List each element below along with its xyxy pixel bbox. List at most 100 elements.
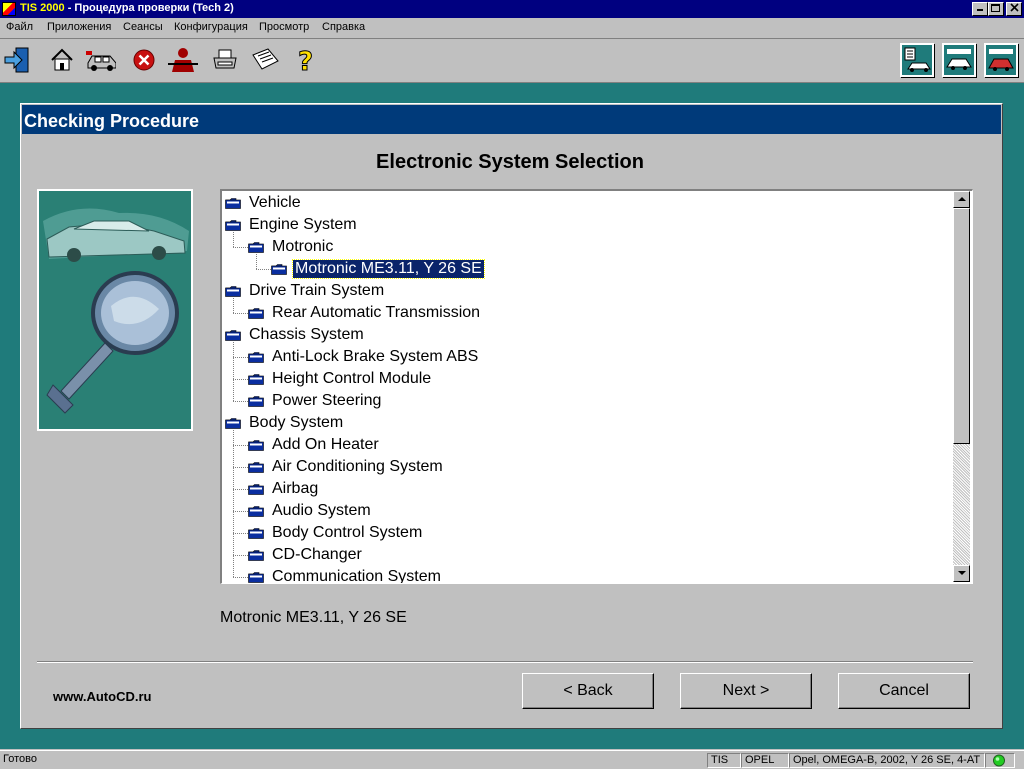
tree-item[interactable]: Height Control Module [248, 368, 433, 390]
close-button[interactable] [1006, 2, 1022, 16]
tree-connector [233, 357, 248, 358]
illustration [37, 189, 193, 431]
folder-icon [271, 263, 287, 275]
notepad-button[interactable] [250, 45, 280, 75]
page-title: Electronic System Selection [376, 151, 644, 173]
title-bar: TIS 2000 - Процедура проверки (Tech 2) [0, 0, 1024, 18]
tree-item-label: Drive Train System [249, 282, 385, 299]
tree-connector [233, 467, 248, 468]
tree-item[interactable]: Anti-Lock Brake System ABS [248, 346, 480, 368]
tree-item-label: Power Steering [272, 392, 382, 409]
window-title-text: - Процедура проверки (Tech 2) [64, 2, 234, 14]
tree-item-label: Audio System [272, 502, 371, 519]
tree-item[interactable]: Drive Train System [225, 280, 386, 302]
selected-system-text: Motronic ME3.11, Y 26 SE [220, 609, 407, 626]
back-button[interactable]: < Back [522, 673, 654, 709]
tree-item[interactable]: Engine System [225, 214, 359, 236]
maximize-button[interactable] [988, 2, 1004, 16]
status-text: Готово [3, 753, 37, 765]
tree-scrollbar[interactable] [953, 191, 970, 582]
tree-item-label: Body Control System [272, 524, 423, 541]
home-button[interactable] [47, 45, 77, 75]
dialog-header: Checking Procedure [22, 105, 1001, 134]
system-tree[interactable]: Vehicle Engine System Motronic Motronic ME3… [220, 189, 973, 584]
tree-item[interactable]: Airbag [248, 478, 320, 500]
car-mode-icon [988, 49, 1014, 71]
exit-icon [4, 47, 29, 73]
status-app: TIS [707, 753, 741, 768]
tree-item-label: CD-Changer [272, 546, 362, 563]
app-name: TIS 2000 [20, 2, 65, 14]
tree-item-label: Anti-Lock Brake System ABS [272, 348, 479, 365]
tech2-mode-icon [904, 47, 931, 72]
tree-item-label: Motronic [272, 238, 334, 255]
menu-bar: Файл Приложения Сеансы Конфигурация Прос… [0, 18, 1024, 39]
menu-applications[interactable]: Приложения [47, 21, 111, 33]
tree-item[interactable]: CD-Changer [248, 544, 364, 566]
status-led-icon [993, 754, 1005, 767]
vehicle-button[interactable] [86, 45, 116, 75]
tree-item-label: Body System [249, 414, 344, 431]
tree-connector [233, 379, 248, 380]
status-bar: Готово TIS OPEL Opel, OMEGA-B, 2002, Y 2… [0, 750, 1024, 769]
notepad-icon [252, 48, 279, 70]
status-led-panel [985, 753, 1015, 768]
tree-connector [233, 401, 248, 402]
tree-item-label: Chassis System [249, 326, 364, 343]
cancel-button[interactable]: Cancel [838, 673, 970, 709]
car-mode-button[interactable] [984, 43, 1018, 77]
tree-item[interactable]: Body Control System [248, 522, 424, 544]
print-button[interactable] [210, 45, 240, 75]
app-icon[interactable] [2, 2, 16, 16]
scroll-thumb[interactable] [953, 208, 970, 444]
tech2-mode-button[interactable] [900, 43, 934, 77]
restore-icon [991, 4, 1000, 12]
folder-icon [248, 527, 264, 539]
menu-help[interactable]: Справка [322, 21, 365, 33]
tree-item-label: Add On Heater [272, 436, 379, 453]
tree-item[interactable]: Air Conditioning System [248, 456, 445, 478]
status-vehicle: Opel, OMEGA-B, 2002, Y 26 SE, 4-AT [789, 753, 985, 768]
tree-item[interactable]: Body System [225, 412, 345, 434]
scroll-up-button[interactable] [953, 191, 970, 208]
dialog-header-title: Checking Procedure [24, 111, 200, 131]
person-icon [168, 48, 198, 72]
tree-item[interactable]: Communication System [248, 566, 443, 584]
tree-connector [233, 313, 248, 314]
vehicle-mode-button[interactable] [942, 43, 976, 77]
tree-item[interactable]: Power Steering [248, 390, 383, 412]
tree-item[interactable]: Motronic ME3.11, Y 26 SE [271, 258, 485, 280]
help-button[interactable]: ? [292, 45, 322, 75]
person-button[interactable] [168, 45, 198, 75]
tree-connector [233, 430, 234, 577]
tree-item[interactable]: Chassis System [225, 324, 366, 346]
folder-icon [248, 461, 264, 473]
tree-item[interactable]: Rear Automatic Transmission [248, 302, 482, 324]
menu-configuration[interactable]: Конфигурация [174, 21, 248, 33]
exit-button[interactable] [2, 45, 32, 75]
tree-item-label: Communication System [272, 568, 441, 584]
scroll-down-button[interactable] [953, 565, 970, 582]
tree-item[interactable]: Vehicle [225, 192, 303, 214]
minimize-icon [977, 9, 983, 11]
menu-file[interactable]: Файл [6, 21, 33, 33]
footer-link: www.AutoCD.ru [53, 689, 152, 704]
window-title: TIS 2000 - Процедура проверки (Tech 2) [20, 2, 234, 14]
menu-sessions[interactable]: Сеансы [123, 21, 163, 33]
tree-item-label: Motronic ME3.11, Y 26 SE [292, 259, 485, 279]
folder-icon [248, 549, 264, 561]
tree-item[interactable]: Audio System [248, 500, 373, 522]
stop-button[interactable] [129, 45, 159, 75]
tree-item-label: Engine System [249, 216, 357, 233]
folder-icon [225, 417, 241, 429]
menu-view[interactable]: Просмотр [259, 21, 309, 33]
folder-icon [248, 241, 264, 253]
help-icon: ? [298, 47, 314, 75]
tree-item[interactable]: Motronic [248, 236, 335, 258]
toolbar: ? [0, 39, 1024, 83]
next-button[interactable]: Next > [680, 673, 812, 709]
tree-item-label: Vehicle [249, 194, 301, 211]
tree-item[interactable]: Add On Heater [248, 434, 381, 456]
minimize-button[interactable] [972, 2, 988, 16]
tree-item-label: Rear Automatic Transmission [272, 304, 481, 321]
